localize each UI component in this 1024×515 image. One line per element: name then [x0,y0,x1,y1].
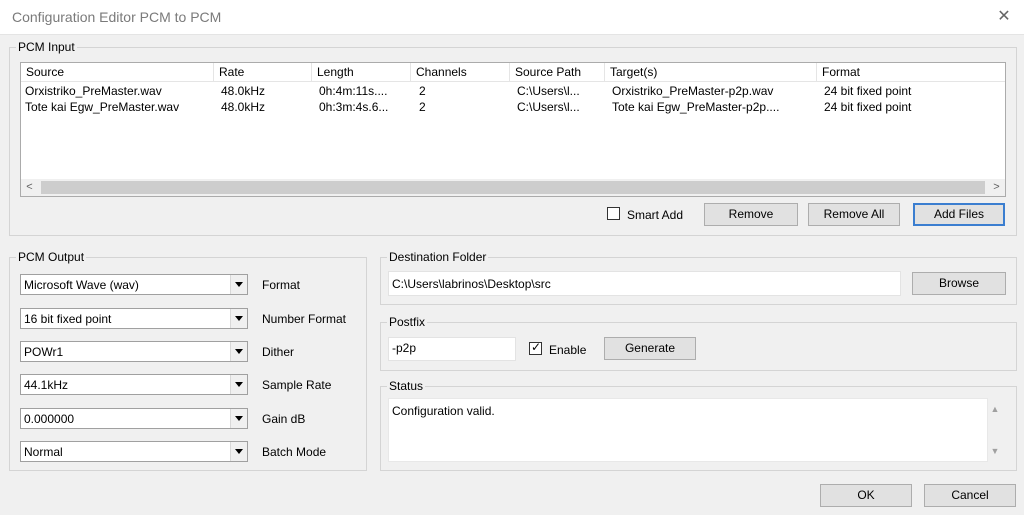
cell-channels: 2 [419,100,426,114]
batch-mode-select[interactable]: Normal [20,441,248,462]
sample-rate-select[interactable]: 44.1kHz [20,374,248,395]
cell-source: Orxistriko_PreMaster.wav [25,84,162,98]
cell-source-path: C:\Users\l... [517,100,580,114]
chevron-down-icon[interactable] [230,342,247,361]
postfix-legend: Postfix [389,315,426,329]
sample-rate-label: Sample Rate [262,378,332,392]
cancel-button[interactable]: Cancel [924,484,1016,507]
source-list[interactable]: Source Rate Length Channels Source Path … [20,62,1006,197]
batch-mode-label: Batch Mode [262,445,327,459]
list-header: Source Rate Length Channels Source Path … [21,63,1005,82]
dither-value: POWr1 [24,345,64,359]
scroll-left-icon[interactable]: < [21,179,38,196]
remove-button[interactable]: Remove [704,203,798,226]
scroll-right-icon[interactable]: > [988,179,1005,196]
number-format-value: 16 bit fixed point [24,312,112,326]
column-source-path[interactable]: Source Path [510,63,605,82]
chevron-down-icon[interactable] [230,309,247,328]
sample-rate-value: 44.1kHz [24,378,69,392]
smart-add-checkbox[interactable] [607,207,620,220]
cell-target: Tote kai Egw_PreMaster-p2p.... [612,100,780,114]
cell-channels: 2 [419,84,426,98]
smart-add-label: Smart Add [627,208,684,222]
cell-length: 0h:3m:4s.6... [319,100,389,114]
generate-button[interactable]: Generate [604,337,696,360]
chevron-down-icon[interactable] [230,375,247,394]
number-format-label: Number Format [262,312,347,326]
chevron-down-icon[interactable] [230,275,247,294]
scroll-thumb[interactable] [41,181,985,194]
column-rate[interactable]: Rate [214,63,312,82]
column-format[interactable]: Format [817,63,1005,82]
batch-mode-value: Normal [24,445,63,459]
pcm-output-legend: PCM Output [18,250,85,264]
format-value: Microsoft Wave (wav) [24,278,139,292]
cell-rate: 48.0kHz [221,84,266,98]
table-row[interactable]: Orxistriko_PreMaster.wav 48.0kHz 0h:4m:1… [21,83,1005,99]
cell-target: Orxistriko_PreMaster-p2p.wav [612,84,774,98]
enable-label: Enable [549,343,587,357]
format-label: Format [262,278,301,292]
column-length[interactable]: Length [312,63,411,82]
cell-source: Tote kai Egw_PreMaster.wav [25,100,180,114]
dither-label: Dither [262,345,295,359]
chevron-down-icon[interactable] [230,442,247,461]
status-text-area[interactable]: Configuration valid. [388,398,988,462]
title-bar: Configuration Editor PCM to PCM ✕ [0,0,1024,35]
window-title: Configuration Editor PCM to PCM [12,9,222,25]
column-targets[interactable]: Target(s) [605,63,817,82]
checkmark-icon: ✓ [531,340,542,354]
destination-path-input[interactable]: C:\Users\labrinos\Desktop\src [388,271,901,296]
gain-db-select[interactable]: 0.000000 [20,408,248,429]
postfix-value: -p2p [392,341,417,355]
postfix-input[interactable]: -p2p [388,337,516,361]
format-select[interactable]: Microsoft Wave (wav) [20,274,248,295]
scroll-down-icon[interactable]: ▼ [988,446,1002,460]
scroll-up-icon[interactable]: ▲ [988,404,1002,418]
browse-button[interactable]: Browse [912,272,1006,295]
remove-all-button[interactable]: Remove All [808,203,900,226]
cell-format: 24 bit fixed point [824,84,912,98]
gain-db-label: Gain dB [262,412,306,426]
status-message: Configuration valid. [392,404,495,418]
chevron-down-icon[interactable] [230,409,247,428]
number-format-select[interactable]: 16 bit fixed point [20,308,248,329]
dither-select[interactable]: POWr1 [20,341,248,362]
cell-source-path: C:\Users\l... [517,84,580,98]
gain-db-value: 0.000000 [24,412,75,426]
enable-checkbox[interactable]: ✓ [529,340,542,355]
column-source[interactable]: Source [21,63,214,82]
cell-length: 0h:4m:11s.... [319,84,388,98]
status-legend: Status [389,379,424,393]
destination-folder-legend: Destination Folder [389,250,487,264]
add-files-button[interactable]: Add Files [913,203,1005,226]
cell-format: 24 bit fixed point [824,100,912,114]
destination-path-value: C:\Users\labrinos\Desktop\src [392,277,551,291]
column-channels[interactable]: Channels [411,63,510,82]
horizontal-scrollbar[interactable]: < > [21,179,1005,196]
close-icon[interactable]: ✕ [990,4,1018,30]
ok-button[interactable]: OK [820,484,912,507]
pcm-input-legend: PCM Input [18,40,75,54]
cell-rate: 48.0kHz [221,100,266,114]
table-row[interactable]: Tote kai Egw_PreMaster.wav 48.0kHz 0h:3m… [21,99,1005,115]
